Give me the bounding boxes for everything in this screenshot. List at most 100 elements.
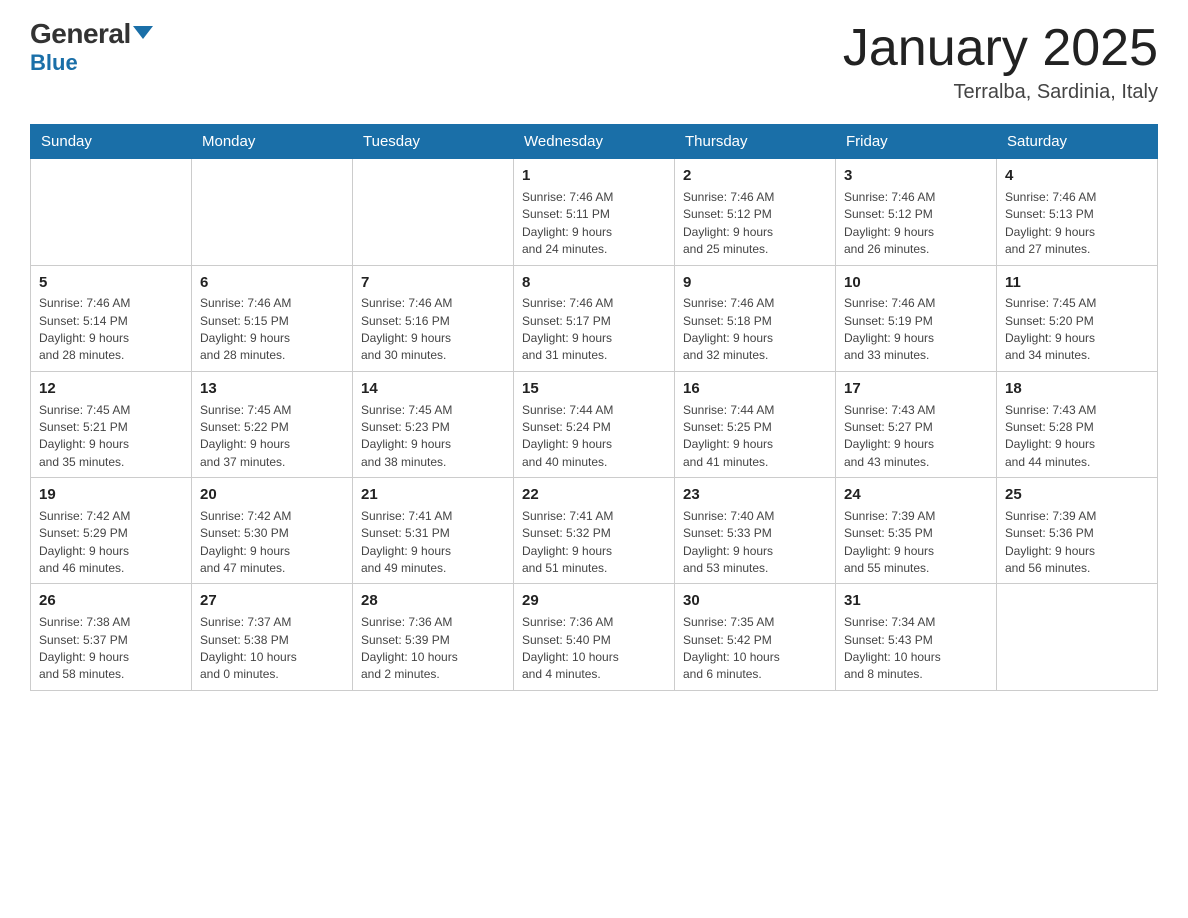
calendar-cell: 2Sunrise: 7:46 AMSunset: 5:12 PMDaylight…	[675, 159, 836, 265]
weekday-header-tuesday: Tuesday	[353, 125, 514, 159]
calendar-cell: 7Sunrise: 7:46 AMSunset: 5:16 PMDaylight…	[353, 265, 514, 371]
day-info: Sunrise: 7:42 AMSunset: 5:29 PMDaylight:…	[39, 508, 183, 578]
day-number: 8	[522, 272, 666, 294]
calendar-cell: 15Sunrise: 7:44 AMSunset: 5:24 PMDayligh…	[514, 371, 675, 477]
day-info: Sunrise: 7:46 AMSunset: 5:11 PMDaylight:…	[522, 189, 666, 259]
day-info: Sunrise: 7:46 AMSunset: 5:14 PMDaylight:…	[39, 295, 183, 365]
calendar-cell: 28Sunrise: 7:36 AMSunset: 5:39 PMDayligh…	[353, 584, 514, 690]
weekday-header-friday: Friday	[836, 125, 997, 159]
day-info: Sunrise: 7:46 AMSunset: 5:12 PMDaylight:…	[844, 189, 988, 259]
week-row-3: 12Sunrise: 7:45 AMSunset: 5:21 PMDayligh…	[31, 371, 1158, 477]
day-number: 9	[683, 272, 827, 294]
calendar-cell: 21Sunrise: 7:41 AMSunset: 5:31 PMDayligh…	[353, 478, 514, 584]
day-number: 23	[683, 484, 827, 506]
week-row-5: 26Sunrise: 7:38 AMSunset: 5:37 PMDayligh…	[31, 584, 1158, 690]
title-block: January 2025 Terralba, Sardinia, Italy	[843, 20, 1158, 104]
day-number: 30	[683, 590, 827, 612]
calendar-cell: 19Sunrise: 7:42 AMSunset: 5:29 PMDayligh…	[31, 478, 192, 584]
week-row-1: 1Sunrise: 7:46 AMSunset: 5:11 PMDaylight…	[31, 159, 1158, 265]
logo-general-label: General	[30, 18, 131, 49]
calendar-cell: 11Sunrise: 7:45 AMSunset: 5:20 PMDayligh…	[997, 265, 1158, 371]
calendar-cell: 25Sunrise: 7:39 AMSunset: 5:36 PMDayligh…	[997, 478, 1158, 584]
weekday-header-monday: Monday	[192, 125, 353, 159]
calendar-cell	[31, 159, 192, 265]
day-info: Sunrise: 7:34 AMSunset: 5:43 PMDaylight:…	[844, 614, 988, 684]
day-number: 2	[683, 165, 827, 187]
day-info: Sunrise: 7:44 AMSunset: 5:24 PMDaylight:…	[522, 402, 666, 472]
week-row-4: 19Sunrise: 7:42 AMSunset: 5:29 PMDayligh…	[31, 478, 1158, 584]
day-number: 18	[1005, 378, 1149, 400]
calendar-cell: 23Sunrise: 7:40 AMSunset: 5:33 PMDayligh…	[675, 478, 836, 584]
day-info: Sunrise: 7:35 AMSunset: 5:42 PMDaylight:…	[683, 614, 827, 684]
calendar-cell	[192, 159, 353, 265]
day-number: 5	[39, 272, 183, 294]
day-number: 10	[844, 272, 988, 294]
calendar-cell: 6Sunrise: 7:46 AMSunset: 5:15 PMDaylight…	[192, 265, 353, 371]
calendar-cell: 24Sunrise: 7:39 AMSunset: 5:35 PMDayligh…	[836, 478, 997, 584]
month-title: January 2025	[843, 20, 1158, 77]
day-number: 13	[200, 378, 344, 400]
calendar-cell: 31Sunrise: 7:34 AMSunset: 5:43 PMDayligh…	[836, 584, 997, 690]
day-info: Sunrise: 7:46 AMSunset: 5:16 PMDaylight:…	[361, 295, 505, 365]
day-info: Sunrise: 7:39 AMSunset: 5:35 PMDaylight:…	[844, 508, 988, 578]
day-info: Sunrise: 7:46 AMSunset: 5:15 PMDaylight:…	[200, 295, 344, 365]
calendar-cell: 29Sunrise: 7:36 AMSunset: 5:40 PMDayligh…	[514, 584, 675, 690]
calendar-cell: 12Sunrise: 7:45 AMSunset: 5:21 PMDayligh…	[31, 371, 192, 477]
calendar-cell: 9Sunrise: 7:46 AMSunset: 5:18 PMDaylight…	[675, 265, 836, 371]
day-info: Sunrise: 7:41 AMSunset: 5:31 PMDaylight:…	[361, 508, 505, 578]
day-info: Sunrise: 7:46 AMSunset: 5:13 PMDaylight:…	[1005, 189, 1149, 259]
day-number: 29	[522, 590, 666, 612]
calendar-cell	[353, 159, 514, 265]
calendar-cell	[997, 584, 1158, 690]
calendar-table: SundayMondayTuesdayWednesdayThursdayFrid…	[30, 124, 1158, 691]
week-row-2: 5Sunrise: 7:46 AMSunset: 5:14 PMDaylight…	[31, 265, 1158, 371]
calendar-cell: 10Sunrise: 7:46 AMSunset: 5:19 PMDayligh…	[836, 265, 997, 371]
day-number: 22	[522, 484, 666, 506]
calendar-cell: 17Sunrise: 7:43 AMSunset: 5:27 PMDayligh…	[836, 371, 997, 477]
calendar-cell: 8Sunrise: 7:46 AMSunset: 5:17 PMDaylight…	[514, 265, 675, 371]
weekday-header-row: SundayMondayTuesdayWednesdayThursdayFrid…	[31, 125, 1158, 159]
logo-blue-label: Blue	[30, 50, 78, 76]
weekday-header-thursday: Thursday	[675, 125, 836, 159]
day-info: Sunrise: 7:46 AMSunset: 5:19 PMDaylight:…	[844, 295, 988, 365]
page-header: General Blue January 2025 Terralba, Sard…	[30, 20, 1158, 104]
day-info: Sunrise: 7:36 AMSunset: 5:40 PMDaylight:…	[522, 614, 666, 684]
location-label: Terralba, Sardinia, Italy	[843, 81, 1158, 104]
day-info: Sunrise: 7:43 AMSunset: 5:27 PMDaylight:…	[844, 402, 988, 472]
day-number: 16	[683, 378, 827, 400]
weekday-header-wednesday: Wednesday	[514, 125, 675, 159]
day-number: 24	[844, 484, 988, 506]
day-info: Sunrise: 7:39 AMSunset: 5:36 PMDaylight:…	[1005, 508, 1149, 578]
day-info: Sunrise: 7:40 AMSunset: 5:33 PMDaylight:…	[683, 508, 827, 578]
logo-general-text: General	[30, 20, 153, 48]
day-number: 19	[39, 484, 183, 506]
day-info: Sunrise: 7:45 AMSunset: 5:22 PMDaylight:…	[200, 402, 344, 472]
day-info: Sunrise: 7:43 AMSunset: 5:28 PMDaylight:…	[1005, 402, 1149, 472]
day-number: 12	[39, 378, 183, 400]
day-info: Sunrise: 7:45 AMSunset: 5:23 PMDaylight:…	[361, 402, 505, 472]
calendar-cell: 13Sunrise: 7:45 AMSunset: 5:22 PMDayligh…	[192, 371, 353, 477]
calendar-cell: 27Sunrise: 7:37 AMSunset: 5:38 PMDayligh…	[192, 584, 353, 690]
logo: General Blue	[30, 20, 153, 76]
weekday-header-saturday: Saturday	[997, 125, 1158, 159]
day-info: Sunrise: 7:46 AMSunset: 5:17 PMDaylight:…	[522, 295, 666, 365]
day-number: 15	[522, 378, 666, 400]
day-info: Sunrise: 7:42 AMSunset: 5:30 PMDaylight:…	[200, 508, 344, 578]
logo-arrow-icon	[133, 26, 153, 39]
day-number: 3	[844, 165, 988, 187]
calendar-cell: 18Sunrise: 7:43 AMSunset: 5:28 PMDayligh…	[997, 371, 1158, 477]
day-number: 17	[844, 378, 988, 400]
day-number: 1	[522, 165, 666, 187]
calendar-cell: 30Sunrise: 7:35 AMSunset: 5:42 PMDayligh…	[675, 584, 836, 690]
day-info: Sunrise: 7:46 AMSunset: 5:18 PMDaylight:…	[683, 295, 827, 365]
calendar-cell: 1Sunrise: 7:46 AMSunset: 5:11 PMDaylight…	[514, 159, 675, 265]
day-number: 28	[361, 590, 505, 612]
weekday-header-sunday: Sunday	[31, 125, 192, 159]
calendar-cell: 4Sunrise: 7:46 AMSunset: 5:13 PMDaylight…	[997, 159, 1158, 265]
calendar-cell: 3Sunrise: 7:46 AMSunset: 5:12 PMDaylight…	[836, 159, 997, 265]
calendar-cell: 26Sunrise: 7:38 AMSunset: 5:37 PMDayligh…	[31, 584, 192, 690]
calendar-cell: 14Sunrise: 7:45 AMSunset: 5:23 PMDayligh…	[353, 371, 514, 477]
day-number: 20	[200, 484, 344, 506]
day-number: 25	[1005, 484, 1149, 506]
day-number: 7	[361, 272, 505, 294]
